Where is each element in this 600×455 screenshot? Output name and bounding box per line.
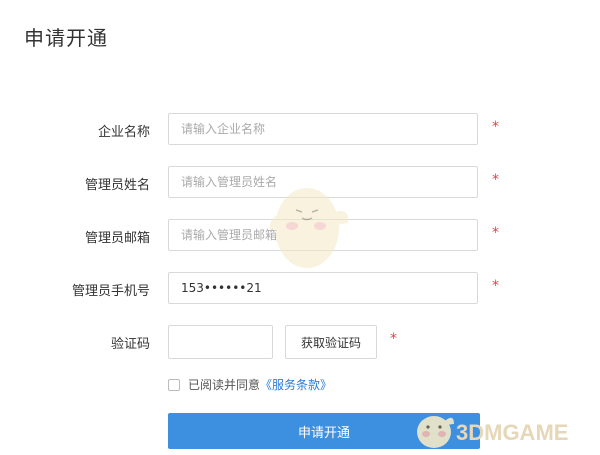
admin-phone-row: 管理员手机号 * <box>0 272 600 306</box>
company-name-row: 企业名称 * <box>0 113 600 147</box>
apply-page: 申请开通 企业名称 * 管理员姓名 * 管理员邮箱 * 管理员手机号 * 验证码… <box>0 0 600 455</box>
admin-phone-label: 管理员手机号 <box>71 284 150 299</box>
terms-link[interactable]: 《服务条款》 <box>260 376 332 393</box>
verification-code-input[interactable] <box>168 325 273 359</box>
admin-name-input[interactable] <box>168 166 478 198</box>
agreement-checkbox[interactable] <box>168 378 180 391</box>
verification-label: 验证码 <box>110 337 150 352</box>
agreement-text: 已阅读并同意 <box>188 378 261 392</box>
page-title: 申请开通 <box>24 26 108 50</box>
admin-name-label: 管理员姓名 <box>84 178 150 193</box>
verification-row: 验证码 获取验证码 * <box>0 325 600 359</box>
admin-email-row: 管理员邮箱 * <box>0 219 600 253</box>
required-mark: * <box>492 225 499 241</box>
admin-email-input[interactable] <box>168 219 478 251</box>
required-mark: * <box>492 172 499 188</box>
agreement-row: 已阅读并同意 《服务条款》 <box>168 376 332 393</box>
required-mark: * <box>492 119 499 135</box>
company-name-label: 企业名称 <box>97 125 150 140</box>
admin-phone-input[interactable] <box>168 272 478 304</box>
admin-email-label: 管理员邮箱 <box>84 231 150 246</box>
required-mark: * <box>390 331 397 347</box>
company-name-input[interactable] <box>168 113 478 145</box>
submit-button[interactable]: 申请开通 <box>168 413 480 449</box>
admin-name-row: 管理员姓名 * <box>0 166 600 200</box>
get-code-button[interactable]: 获取验证码 <box>285 325 377 359</box>
required-mark: * <box>492 278 499 294</box>
